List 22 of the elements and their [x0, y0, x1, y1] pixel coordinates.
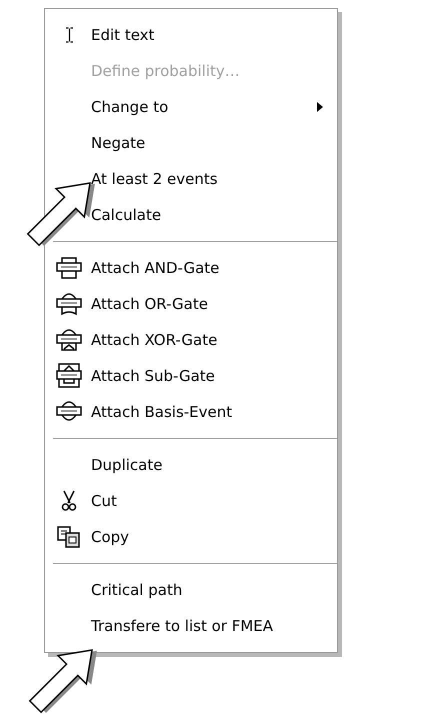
menu-item[interactable]: Change to: [91, 98, 168, 116]
menu-item[interactable]: At least 2 events: [91, 170, 218, 188]
menu-item[interactable]: Copy: [91, 528, 130, 546]
menu-item[interactable]: Attach Basis-Event: [91, 403, 232, 421]
menu-item[interactable]: Cut: [91, 492, 117, 510]
menu-item[interactable]: Calculate: [91, 206, 162, 224]
text-cursor-icon: [64, 27, 74, 43]
menu-item[interactable]: Attach XOR-Gate: [91, 331, 218, 349]
gate-icon: [55, 327, 83, 353]
gate-icon: [55, 291, 83, 317]
menu-item[interactable]: Attach OR-Gate: [91, 295, 208, 313]
gate-icon: [55, 255, 83, 281]
menu-item[interactable]: Duplicate: [91, 456, 162, 474]
gate-icon: [55, 363, 83, 389]
copy-icon: [57, 526, 81, 548]
menu-item[interactable]: Critical path: [91, 581, 182, 599]
scissors-icon: [61, 490, 77, 512]
menu-item[interactable]: Negate: [91, 134, 146, 152]
menu-item[interactable]: Edit text: [91, 26, 154, 44]
menu-item[interactable]: Transfere to list or FMEA: [91, 617, 274, 635]
menu-item[interactable]: Attach Sub-Gate: [91, 367, 215, 385]
menu-item[interactable]: Attach AND-Gate: [91, 259, 220, 277]
